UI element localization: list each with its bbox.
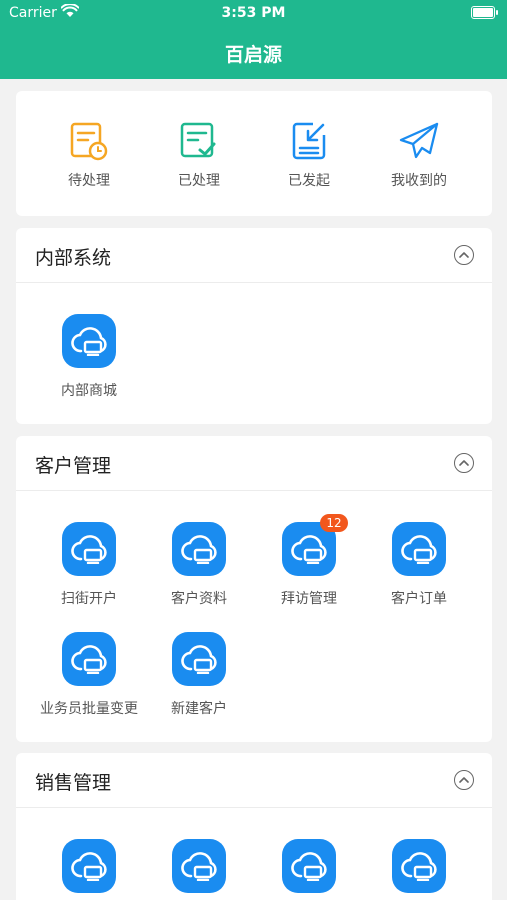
app-label: 业务员批量变更 <box>40 701 138 717</box>
cloud-monitor-icon <box>62 839 116 893</box>
app-label: 内部商城 <box>61 383 117 399</box>
cloud-monitor-icon <box>62 314 116 368</box>
app-new-customer[interactable]: 新建客户 <box>144 632 254 718</box>
quick-action-initiated[interactable]: 已发起 <box>259 121 359 190</box>
quick-action-label: 待处理 <box>68 173 110 189</box>
cloud-monitor-icon <box>172 839 226 893</box>
cloud-monitor-icon: 12 <box>282 514 348 576</box>
app-street-account-opening[interactable]: 扫街开户 <box>34 522 144 608</box>
app-internal-mall[interactable]: 内部商城 <box>34 314 144 400</box>
app-label: 客户订单 <box>391 591 447 607</box>
paper-plane-icon <box>399 122 439 159</box>
battery-icon <box>471 6 498 19</box>
app-sales-item[interactable] <box>144 839 254 893</box>
section-customer-management: 客户管理 扫街开户 客户资料 12 拜访管理 客户订单 业务员批量变更 新建客户 <box>16 436 492 742</box>
app-sales-item[interactable] <box>364 839 474 893</box>
page-title: 百启源 <box>224 44 282 66</box>
initiated-doc-arrow-icon <box>292 122 326 160</box>
app-label: 拜访管理 <box>281 591 337 607</box>
collapse-up-icon[interactable] <box>454 245 474 265</box>
cloud-monitor-icon <box>282 839 336 893</box>
app-visit-management[interactable]: 12 拜访管理 <box>254 514 364 608</box>
quick-action-label: 已发起 <box>288 173 330 189</box>
app-sales-item[interactable] <box>34 839 144 893</box>
quick-action-processed[interactable]: 已处理 <box>149 121 249 190</box>
cloud-monitor-icon <box>392 522 446 576</box>
cloud-monitor-icon <box>172 522 226 576</box>
cloud-monitor-icon <box>62 632 116 686</box>
app-customer-info[interactable]: 客户资料 <box>144 522 254 608</box>
app-customer-orders[interactable]: 客户订单 <box>364 522 474 608</box>
quick-actions-card: 待处理 已处理 已发起 我收到的 <box>16 91 492 216</box>
section-header[interactable]: 内部系统 <box>16 228 492 283</box>
notification-badge: 12 <box>320 514 348 532</box>
section-header[interactable]: 客户管理 <box>16 436 492 491</box>
pending-doc-clock-icon <box>70 122 108 161</box>
section-sales-management: 销售管理 <box>16 753 492 900</box>
app-salesperson-batch-change[interactable]: 业务员批量变更 <box>34 632 144 718</box>
status-bar: Carrier 3:53 PM <box>0 0 507 28</box>
quick-action-label: 已处理 <box>178 173 220 189</box>
app-sales-item[interactable] <box>254 839 364 893</box>
quick-action-pending[interactable]: 待处理 <box>39 121 139 190</box>
collapse-up-icon[interactable] <box>454 453 474 473</box>
section-internal-systems: 内部系统 内部商城 <box>16 228 492 424</box>
section-header[interactable]: 销售管理 <box>16 753 492 808</box>
cloud-monitor-icon <box>172 632 226 686</box>
section-title: 销售管理 <box>35 772 112 794</box>
quick-action-received[interactable]: 我收到的 <box>369 121 469 190</box>
cloud-monitor-icon <box>62 522 116 576</box>
app-label: 扫街开户 <box>61 591 117 607</box>
cloud-monitor-icon <box>392 839 446 893</box>
section-title: 内部系统 <box>35 247 112 269</box>
section-title: 客户管理 <box>35 455 112 477</box>
app-label: 客户资料 <box>171 591 227 607</box>
collapse-up-icon[interactable] <box>454 770 474 790</box>
status-time: 3:53 PM <box>221 5 286 21</box>
processed-doc-check-icon <box>180 122 216 158</box>
quick-action-label: 我收到的 <box>391 173 447 189</box>
nav-header: Carrier 3:53 PM 百启源 <box>0 0 507 79</box>
app-label: 新建客户 <box>171 701 227 717</box>
